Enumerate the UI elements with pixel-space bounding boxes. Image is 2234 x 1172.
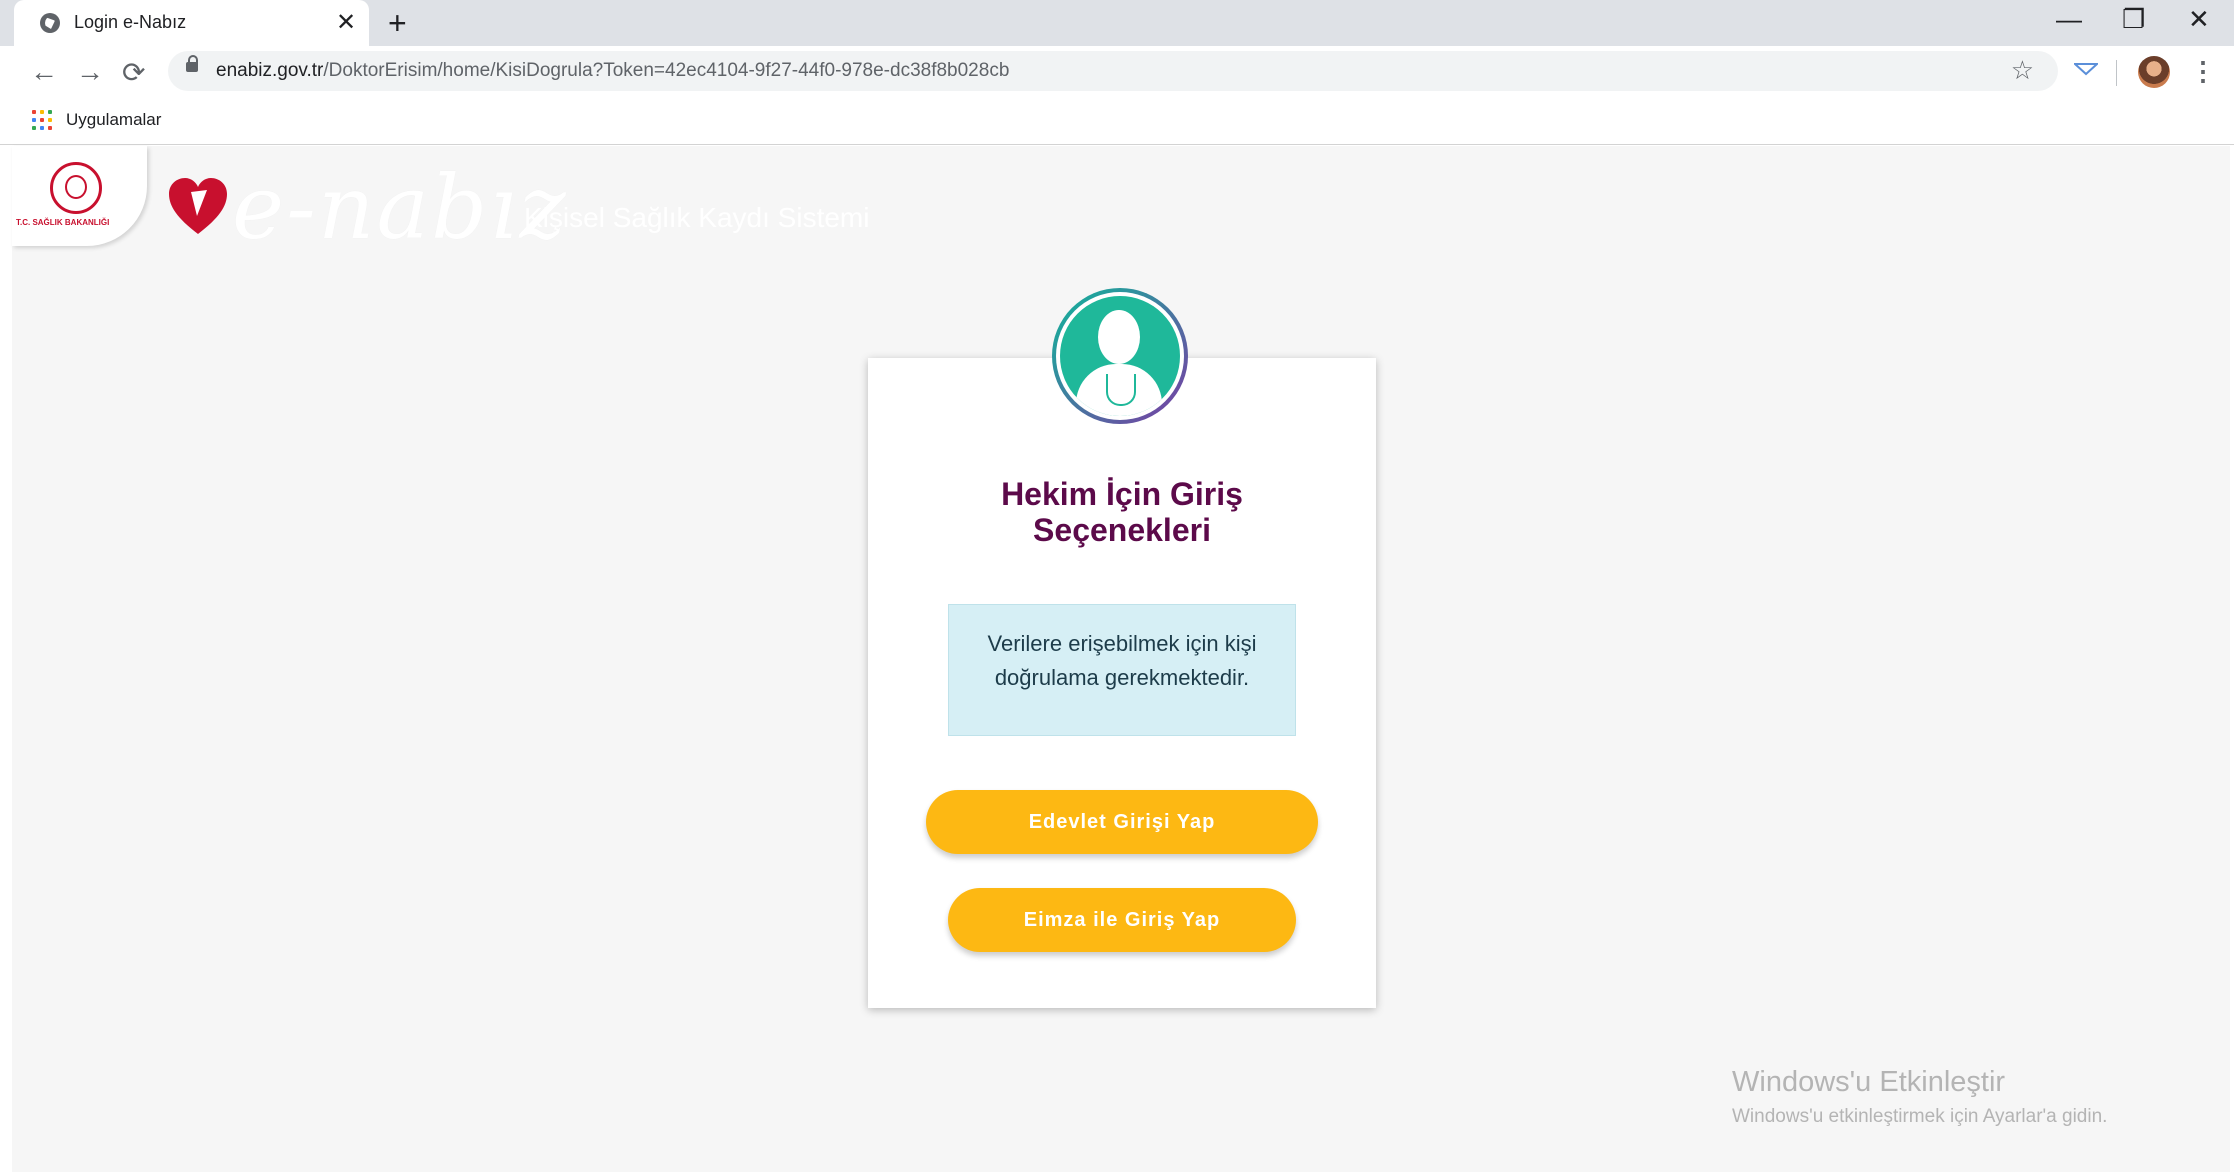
page-content: T.C. SAĞLIK BAKANLIĞI e-nabız Kişisel Sa… [12,146,2230,1172]
ministry-seal-icon [50,162,102,214]
profile-avatar[interactable] [2138,56,2170,88]
lock-icon [186,55,198,72]
edevlet-login-button[interactable]: Edevlet Girişi Yap [926,790,1318,854]
eimza-login-button[interactable]: Eimza ile Giriş Yap [948,888,1296,952]
address-bar[interactable]: enabiz.gov.tr/DoktorErisim/home/KisiDogr… [168,51,2058,91]
tab-close-button[interactable]: ✕ [336,8,356,37]
url-path: /DoktorErisim/home/KisiDogrula?Token=42e… [323,60,1010,81]
doctor-avatar-icon [1052,288,1188,424]
forward-button[interactable]: → [76,56,104,88]
apps-icon[interactable] [32,110,52,130]
heart-logo-icon [169,178,227,234]
browser-menu-icon[interactable]: ⋮ [2190,56,2216,87]
restore-button[interactable]: ❐ [2122,4,2145,35]
card-title: Hekim İçin Giriş Seçenekleri [868,476,1376,548]
brand-logo-text: e-nabız [232,156,568,259]
browser-toolbar: ← → ⟳ enabiz.gov.tr/DoktorErisim/home/Ki… [0,46,2234,98]
minimize-button[interactable]: — [2056,4,2082,35]
card-title-line2: Seçenekleri [1033,512,1211,548]
extension-icon[interactable] [2074,62,2098,76]
close-window-button[interactable]: ✕ [2188,4,2210,35]
info-line1: Verilere erişebilmek için kişi [987,631,1257,656]
url-host: enabiz.gov.tr [216,60,324,81]
back-button[interactable]: ← [30,56,58,88]
bookmark-star-icon[interactable]: ☆ [2011,55,2034,86]
tab-title: Login e-Nabız [74,12,187,32]
ministry-text: T.C. SAĞLIK BAKANLIĞI [16,218,110,227]
login-card: Hekim İçin Giriş Seçenekleri Verilere er… [868,288,1376,1008]
card-title-line1: Hekim İçin Giriş [1001,476,1243,512]
url-text[interactable]: enabiz.gov.tr/DoktorErisim/home/KisiDogr… [216,60,1009,82]
tab-strip: Login e-Nabız ✕ + — ❐ ✕ [0,0,2234,46]
windows-activation-subtitle: Windows'u etkinleştirmek için Ayarlar'a … [1732,1106,2108,1127]
brand-subtitle: Kişisel Sağlık Kaydı Sistemi [524,202,870,233]
reload-button[interactable]: ⟳ [122,56,145,89]
info-alert: Verilere erişebilmek için kişi doğrulama… [948,604,1296,736]
apps-bookmark-label[interactable]: Uygulamalar [66,110,161,130]
info-line2: doğrulama gerekmektedir. [994,665,1250,690]
globe-icon [40,13,60,33]
windows-activation-title: Windows'u Etkinleştir [1732,1066,2006,1098]
browser-tab[interactable]: Login e-Nabız ✕ [14,0,369,46]
ministry-logo[interactable]: T.C. SAĞLIK BAKANLIĞI [12,146,147,246]
toolbar-separator [2116,60,2117,86]
bookmarks-bar: Uygulamalar [0,98,2234,145]
new-tab-button[interactable]: + [388,5,407,42]
